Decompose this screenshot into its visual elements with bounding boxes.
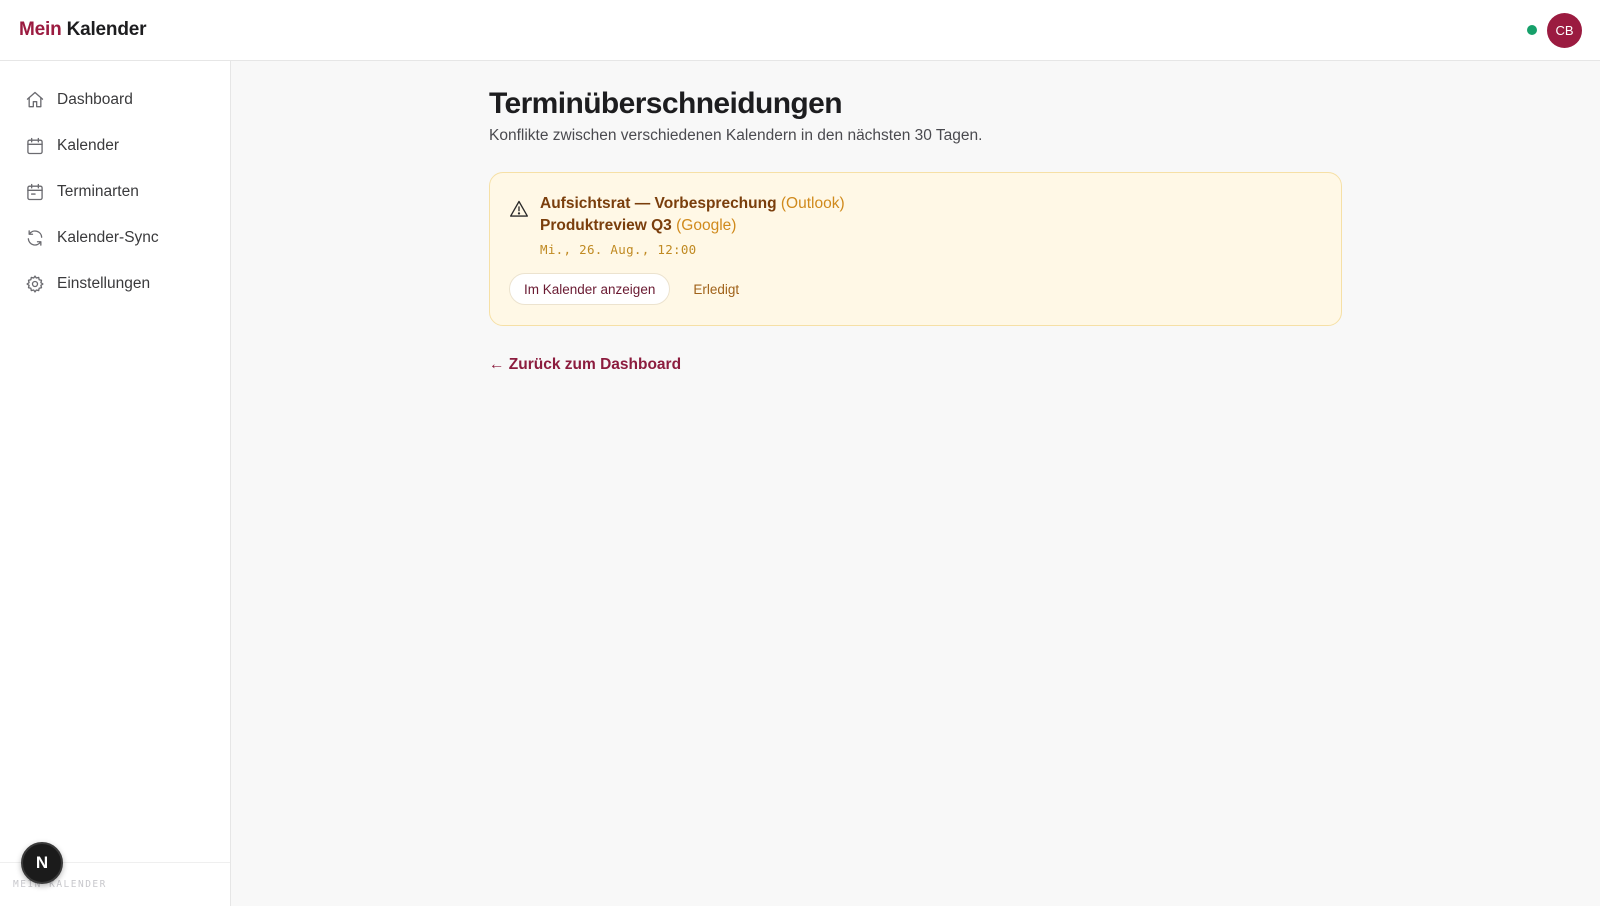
gear-icon <box>24 273 46 295</box>
event-title: Produktreview Q3 <box>540 217 672 234</box>
main-content: Terminüberschneidungen Konflikte zwische… <box>489 86 1342 374</box>
conflict-events: Aufsichtsrat — Vorbesprechung (Outlook) … <box>540 193 845 257</box>
sidebar-item-label: Einstellungen <box>57 275 151 292</box>
page-title: Terminüberschneidungen <box>489 87 843 120</box>
conflict-event: Aufsichtsrat — Vorbesprechung (Outlook) <box>540 193 845 215</box>
sync-icon <box>24 227 46 249</box>
sidebar-nav: Dashboard Kalender Terminarten Kalender-… <box>0 61 230 307</box>
sidebar-item-einstellungen[interactable]: Einstellungen <box>0 261 230 307</box>
event-title: Aufsichtsrat — Vorbesprechung <box>540 195 777 212</box>
dev-tools-badge[interactable]: N <box>21 842 63 884</box>
sidebar-item-kalender-sync[interactable]: Kalender-Sync <box>0 215 230 261</box>
conflict-card: Aufsichtsrat — Vorbesprechung (Outlook) … <box>489 172 1342 326</box>
brand-accent: Mein <box>19 19 62 40</box>
conflict-datetime: Mi., 26. Aug., 12:00 <box>540 242 697 257</box>
sidebar-item-terminarten[interactable]: Terminarten <box>0 169 230 215</box>
warning-icon <box>509 199 529 219</box>
event-source: (Google) <box>676 217 737 234</box>
home-icon <box>24 89 46 111</box>
sidebar: Dashboard Kalender Terminarten Kalender-… <box>0 61 231 906</box>
back-to-dashboard-link[interactable]: ← Zurück zum Dashboard <box>489 356 681 374</box>
page-subtitle: Konflikte zwischen verschiedenen Kalende… <box>489 127 983 144</box>
sidebar-item-dashboard[interactable]: Dashboard <box>0 77 230 123</box>
sidebar-footer-text: MEIN KALENDER <box>13 879 107 890</box>
sidebar-item-label: Terminarten <box>57 183 139 200</box>
mark-done-button[interactable]: Erledigt <box>693 282 739 297</box>
app-logo[interactable]: Mein Kalender <box>19 19 146 41</box>
calendar-icon <box>24 135 46 157</box>
sidebar-item-label: Dashboard <box>57 91 133 108</box>
avatar[interactable]: CB <box>1547 12 1582 48</box>
conflict-event: Produktreview Q3 (Google) <box>540 215 845 237</box>
sidebar-item-kalender[interactable]: Kalender <box>0 123 230 169</box>
header-right: CB <box>1527 12 1582 48</box>
brand-rest: Kalender <box>66 19 147 40</box>
event-source: (Outlook) <box>780 195 845 212</box>
conflict-actions: Im Kalender anzeigen Erledigt <box>509 273 739 305</box>
show-in-calendar-button[interactable]: Im Kalender anzeigen <box>509 273 671 305</box>
top-header: Mein Kalender CB <box>0 0 1600 61</box>
sidebar-item-label: Kalender <box>57 137 120 154</box>
online-status-dot <box>1527 25 1537 35</box>
sidebar-item-label: Kalender-Sync <box>57 229 159 246</box>
calendar-type-icon <box>24 181 46 203</box>
